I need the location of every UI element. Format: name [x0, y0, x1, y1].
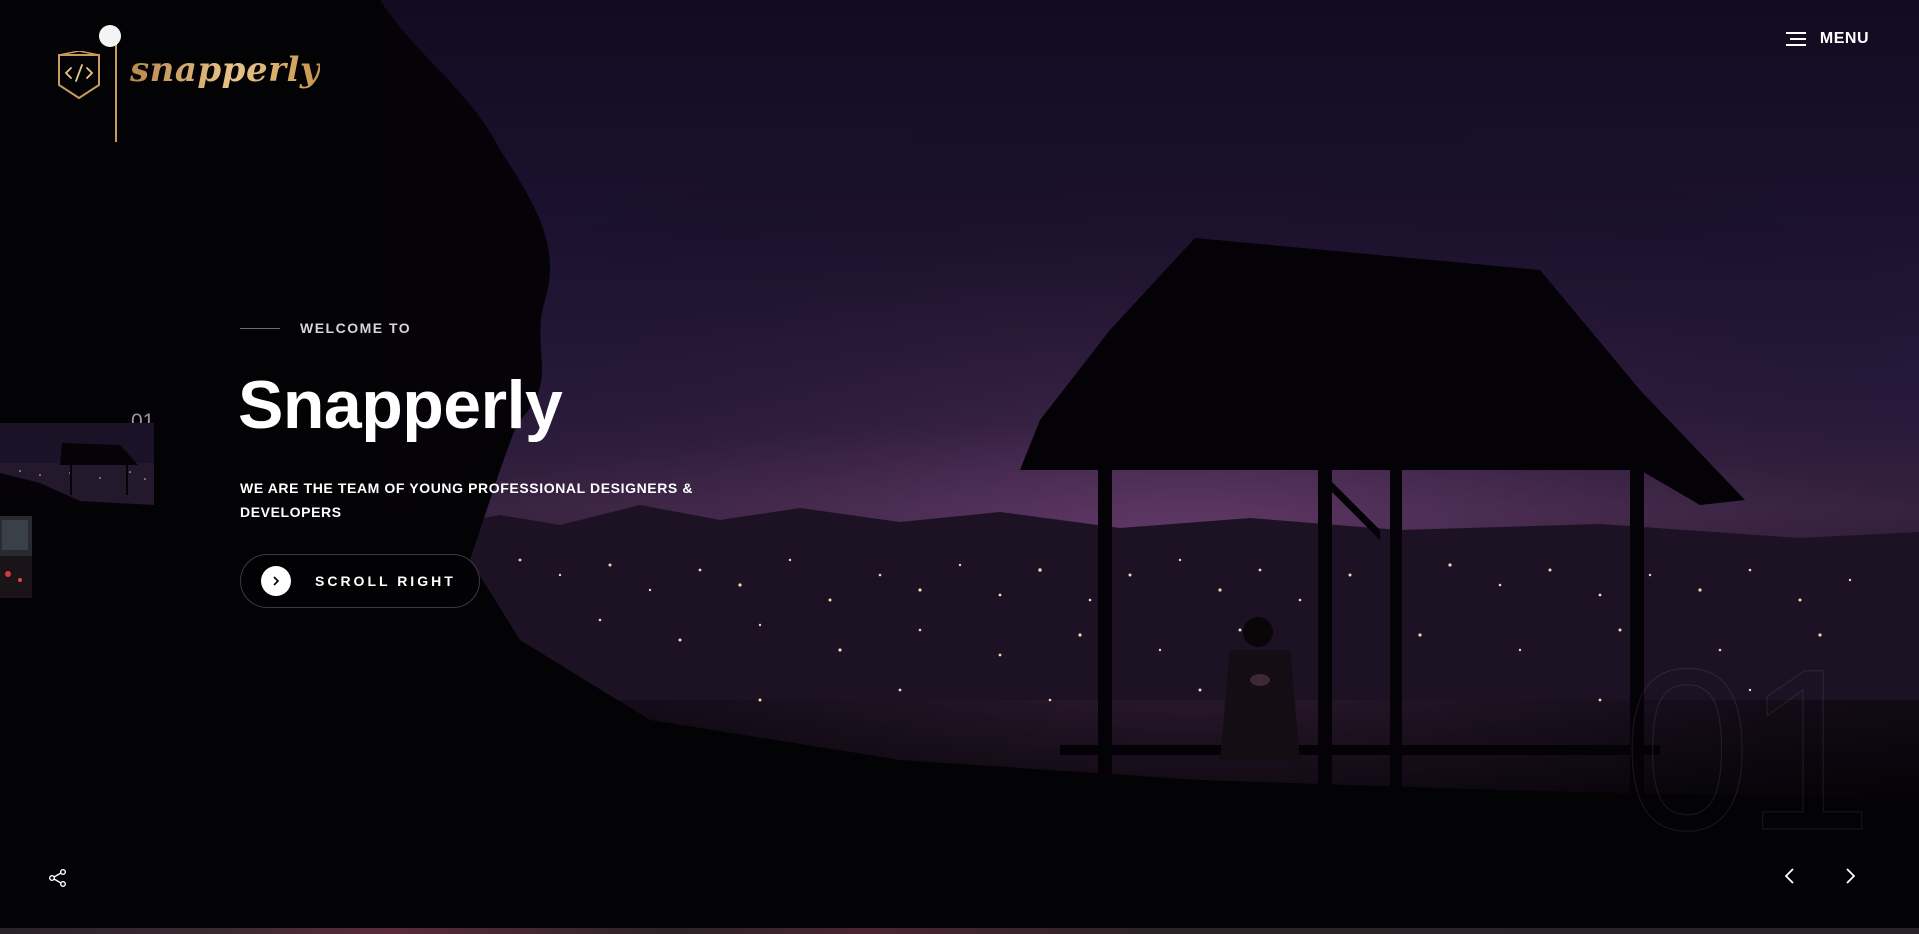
share-icon	[49, 869, 66, 887]
menu-button[interactable]: MENU	[1785, 30, 1869, 48]
scroll-right-button[interactable]: SCROLL RIGHT	[240, 554, 480, 608]
hero-eyebrow: WELCOME TO	[240, 320, 411, 336]
next-slide-button[interactable]	[1840, 866, 1860, 890]
hero-title: Snapperly	[238, 367, 563, 443]
bottom-progress-strip	[0, 928, 1919, 934]
logo-pole	[115, 38, 117, 142]
slide-thumbnail-1[interactable]	[0, 423, 154, 505]
chevron-left-icon	[1784, 868, 1794, 884]
thumbnail-image	[0, 423, 154, 505]
scroll-right-label: SCROLL RIGHT	[315, 573, 456, 589]
prev-slide-button[interactable]	[1780, 866, 1800, 890]
chevron-right-icon	[1846, 868, 1856, 884]
share-button[interactable]	[48, 868, 68, 892]
menu-label: MENU	[1819, 30, 1869, 47]
slide-number-watermark: 01	[1623, 621, 1874, 878]
logo-text: snapperly	[130, 50, 321, 90]
eyebrow-text: WELCOME TO	[300, 320, 412, 336]
code-brackets-icon	[58, 51, 100, 100]
slide-thumbnail-2[interactable]	[0, 516, 32, 598]
logo-ball	[99, 25, 121, 47]
eyebrow-line	[240, 327, 280, 329]
brand-logo[interactable]: snapperly	[55, 24, 320, 142]
scroll-right-circle	[261, 566, 291, 596]
hamburger-icon	[1785, 32, 1806, 46]
thumbnail-image	[0, 516, 32, 598]
hero-subtitle: WE ARE THE TEAM OF YOUNG PROFESSIONAL DE…	[240, 480, 694, 520]
chevron-right-icon	[273, 576, 280, 586]
